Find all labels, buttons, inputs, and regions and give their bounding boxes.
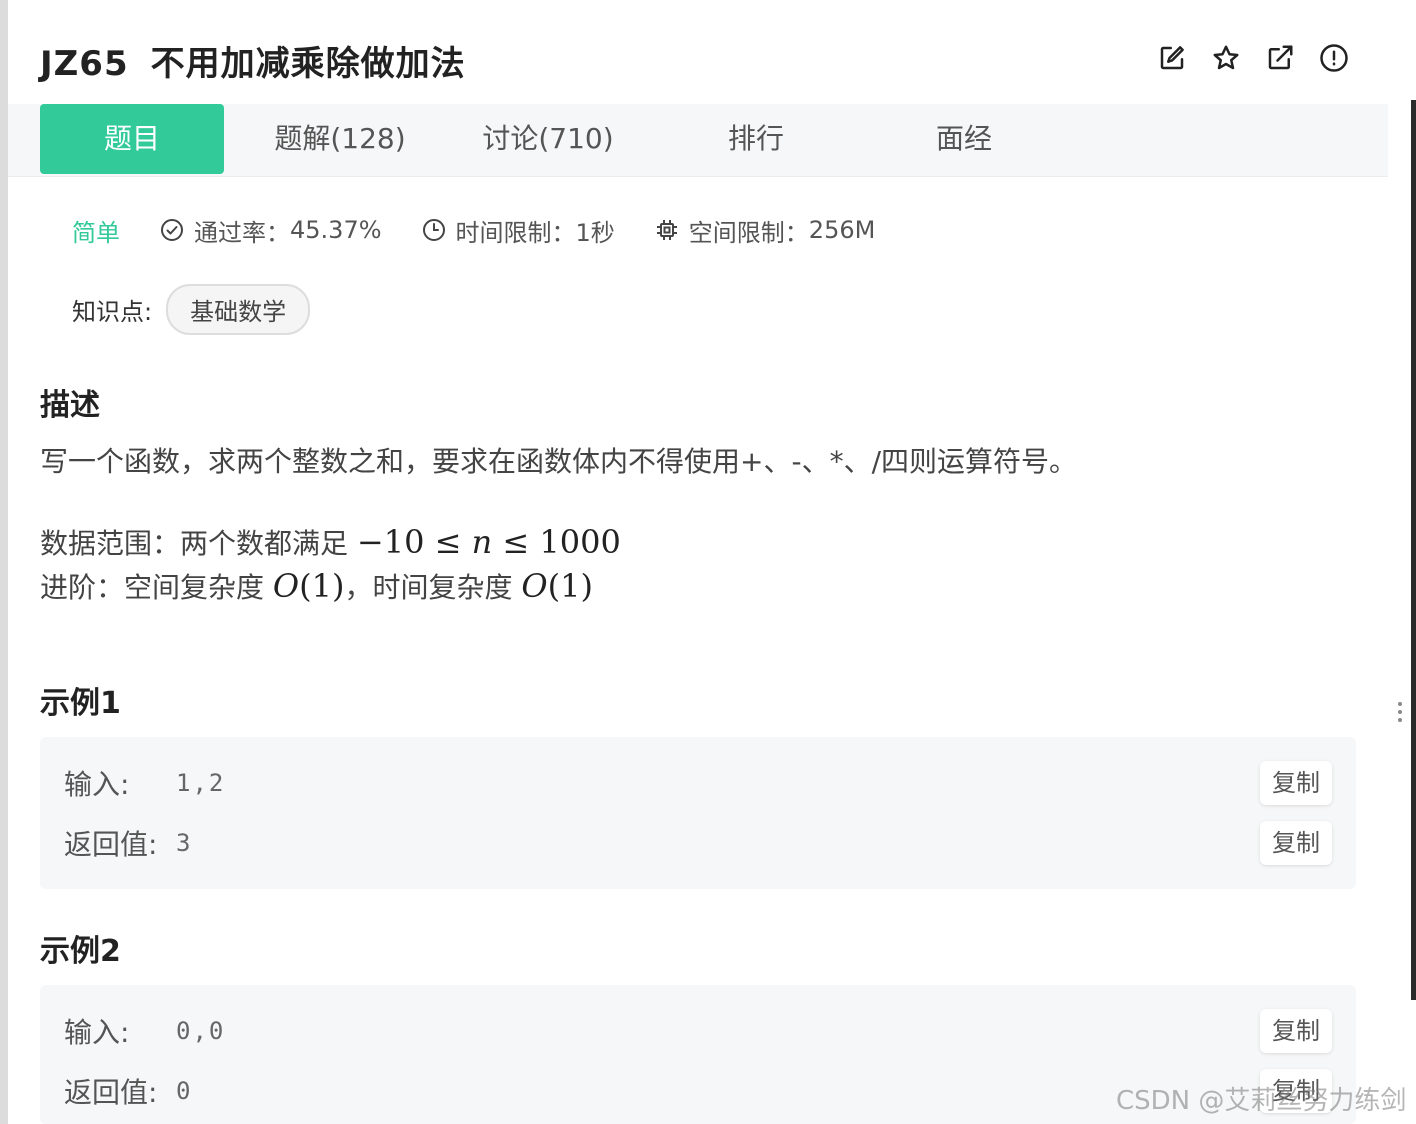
left-gutter (0, 0, 8, 1124)
tab-discussion[interactable]: 讨论(710) (456, 104, 640, 174)
data-range-formula: −10 ≤ n ≤ 1000 (356, 523, 621, 561)
space-limit-label: 空间限制： (688, 218, 809, 247)
advanced-requirement: 进阶：空间复杂度 O(1)，时间复杂度 O(1) (40, 566, 593, 606)
time-limit: 时间限制： 1秒 (422, 213, 615, 248)
tab-problem[interactable]: 题目 (40, 104, 224, 174)
description-title: 描述 (40, 388, 100, 423)
pass-rate-value: 45.37% (290, 216, 382, 244)
pass-rate-label: 通过率： (194, 218, 290, 247)
difficulty-badge: 简单 (72, 218, 120, 247)
copy-output-button[interactable]: 复制 (1260, 821, 1332, 865)
example-2-input-row: 输入: 0,0 (64, 1011, 225, 1051)
example-1-box: 输入: 1,2 复制 返回值: 3 复制 (40, 737, 1356, 889)
page-title: JZ65 不用加减乘除做加法 (40, 36, 466, 85)
output-label: 返回值: (64, 1076, 158, 1109)
clock-icon (422, 219, 445, 241)
check-circle-icon (161, 219, 183, 241)
edit-icon[interactable] (1156, 42, 1188, 74)
scrollbar[interactable] (1411, 100, 1416, 1000)
description-text: 写一个函数，求两个整数之和，要求在函数体内不得使用+、-、*、/四则运算符号。 (40, 445, 1078, 478)
star-icon[interactable] (1210, 42, 1242, 74)
example-1-input-row: 输入: 1,2 (64, 763, 225, 803)
time-limit-value: 1秒 (575, 218, 615, 247)
alert-icon[interactable] (1318, 42, 1350, 74)
data-range-label: 数据范围：两个数都满足 (40, 527, 349, 560)
space-complexity-formula: O(1) (272, 567, 345, 605)
input-label: 输入: (64, 768, 130, 801)
data-range: 数据范围：两个数都满足 −10 ≤ n ≤ 1000 (40, 522, 621, 562)
knowledge-tag[interactable]: 基础数学 (166, 284, 311, 335)
chip-icon (656, 220, 677, 240)
example-1-output-row: 返回值: 3 (64, 823, 192, 863)
problem-meta: 简单 通过率： 45.37% 时间限制： 1秒 空间限制： 256M (72, 210, 915, 250)
toolbar (1156, 42, 1350, 74)
more-options-icon[interactable] (1393, 698, 1407, 732)
knowledge-label: 知识点: (72, 298, 153, 326)
input-value: 0,0 (176, 1017, 226, 1045)
space-limit-value: 256M (808, 216, 876, 244)
tab-interviews[interactable]: 面经 (872, 104, 1056, 174)
pass-rate: 通过率： 45.37% (160, 213, 382, 248)
output-label: 返回值: (64, 828, 158, 861)
time-limit-label: 时间限制： (455, 218, 576, 247)
input-value: 1,2 (176, 769, 226, 797)
output-value: 0 (176, 1077, 193, 1105)
copy-input-button[interactable]: 复制 (1260, 1009, 1332, 1053)
output-value: 3 (176, 829, 193, 857)
space-limit: 空间限制： 256M (655, 213, 876, 248)
time-complexity-formula: O(1) (521, 567, 593, 605)
advanced-separator: ，时间复杂度 (344, 571, 513, 604)
advanced-label: 进阶：空间复杂度 (40, 571, 265, 604)
watermark: CSDN @艾莉丝努力练剑 (1116, 1086, 1407, 1116)
tab-ranking[interactable]: 排行 (664, 104, 848, 174)
knowledge-points: 知识点: 基础数学 (72, 284, 311, 335)
copy-input-button[interactable]: 复制 (1260, 761, 1332, 805)
external-link-icon[interactable] (1264, 42, 1296, 74)
tab-solutions[interactable]: 题解(128) (248, 104, 432, 174)
example-2-title: 示例2 (40, 934, 121, 969)
input-label: 输入: (64, 1016, 130, 1049)
problem-name: 不用加减乘除做加法 (150, 44, 466, 84)
example-2-output-row: 返回值: 0 (64, 1071, 192, 1111)
example-1-title: 示例1 (40, 686, 121, 721)
problem-code: JZ65 (40, 44, 129, 84)
tab-bar: 题目 题解(128) 讨论(710) 排行 面经 (8, 104, 1388, 177)
problem-panel: JZ65 不用加减乘除做加法 题目 题解(128) 讨论(710) 排行 面经 … (8, 0, 1388, 1124)
